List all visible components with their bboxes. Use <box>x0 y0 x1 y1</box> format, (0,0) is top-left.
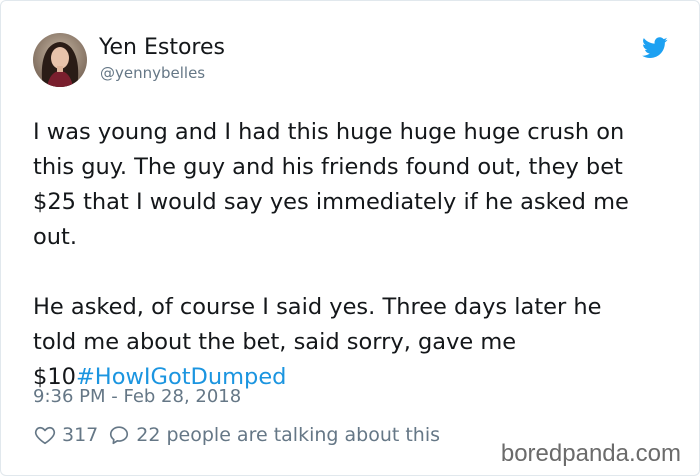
like-count[interactable]: 317 <box>62 424 98 446</box>
tweet-text: I was young and I had this huge huge hug… <box>33 115 683 395</box>
speech-bubble-icon[interactable] <box>108 424 130 446</box>
display-name[interactable]: Yen Estores <box>99 34 225 62</box>
tweet-card: Yen Estores @yennybelles I was young and… <box>0 0 700 476</box>
avatar-photo <box>33 33 87 87</box>
watermark: boredpanda.com <box>494 439 681 469</box>
tweet-line: He asked, of course I said yes. Three da… <box>33 294 602 320</box>
tweet-line: I was young and I had this huge huge hug… <box>33 119 625 145</box>
talking-count[interactable]: 22 people are talking about this <box>136 424 440 446</box>
avatar[interactable] <box>33 33 87 87</box>
tweet-actions: 317 22 people are talking about this <box>34 421 440 449</box>
tweet-line: $25 that I would say yes immediately if … <box>33 189 629 215</box>
user-handle[interactable]: @yennybelles <box>100 63 205 83</box>
tweet-timestamp[interactable]: 9:36 PM - Feb 28, 2018 <box>33 385 241 409</box>
tweet-line: this guy. The guy and his friends found … <box>33 154 623 180</box>
heart-icon[interactable] <box>34 424 56 446</box>
tweet-line: told me about the bet, said sorry, gave … <box>33 329 517 355</box>
twitter-bird-icon[interactable] <box>642 37 668 59</box>
tweet-line: out. <box>33 224 78 250</box>
